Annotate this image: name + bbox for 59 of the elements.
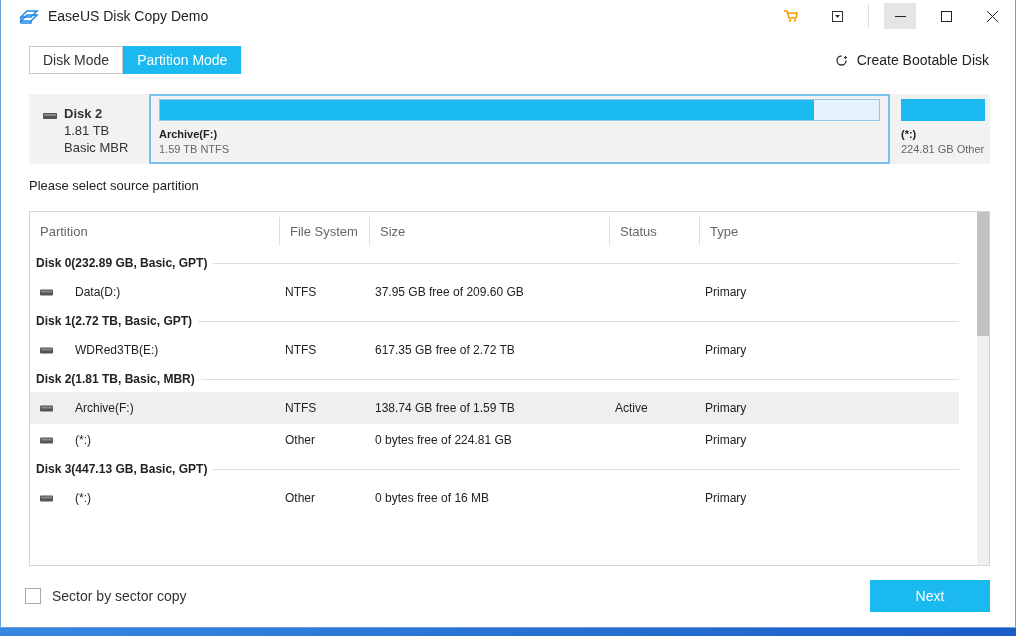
table-cell: Primary <box>705 343 747 357</box>
column-header[interactable]: Type <box>699 217 849 245</box>
partition-row[interactable]: Data(D:) NTFS 37.95 GB free of 209.60 GB Primary <box>30 276 959 308</box>
drive-icon <box>40 436 53 444</box>
app-logo-icon <box>19 7 39 25</box>
drive-icon <box>43 112 57 120</box>
table-cell: (*:) <box>75 491 91 505</box>
sector-copy-checkbox[interactable]: Sector by sector copy <box>25 588 187 604</box>
table-cell: 0 bytes free of 16 MB <box>375 491 490 505</box>
partition-name: Archive(F:) <box>159 128 219 140</box>
table-cell: Other <box>285 491 315 505</box>
drive-icon <box>40 346 53 354</box>
table-cell: Primary <box>705 285 747 299</box>
scrollbar-thumb[interactable] <box>977 212 989 336</box>
drive-icon <box>40 404 53 412</box>
mode-tab[interactable]: Disk Mode <box>29 46 124 74</box>
table-cell: Primary <box>705 491 747 505</box>
table-cell: NTFS <box>285 343 317 357</box>
minimize-icon[interactable] <box>884 3 916 29</box>
table-cell: 0 bytes free of 224.81 GB <box>375 433 512 447</box>
disk-group-header: Disk 1(2.72 TB, Basic, GPT) <box>36 314 193 328</box>
table-cell: Active <box>615 401 648 415</box>
table-cell: NTFS <box>285 285 317 299</box>
disk-group-header: Disk 0(232.89 GB, Basic, GPT) <box>36 256 208 270</box>
partition-row[interactable]: WDRed3TB(E:) NTFS 617.35 GB free of 2.72 TB Primary <box>30 334 959 366</box>
table-cell: (*:) <box>75 433 91 447</box>
instruction-text: Please select source partition <box>29 178 200 193</box>
refresh-plus-icon <box>834 53 848 67</box>
partition-row[interactable]: (*:) Other 0 bytes free of 224.81 GB Primary <box>30 424 959 456</box>
partition-detail: 224.81 GB Other <box>901 143 985 155</box>
drive-icon <box>40 288 53 296</box>
table-cell: Data(D:) <box>75 285 121 299</box>
partition-detail: 1.59 TB NTFS <box>159 143 231 155</box>
disk-group-header: Disk 3(447.13 GB, Basic, GPT) <box>36 462 208 476</box>
table-cell: 138.74 GB free of 1.59 TB <box>375 401 515 415</box>
table-cell: NTFS <box>285 401 317 415</box>
column-header[interactable]: File System <box>279 217 369 245</box>
table-cell: WDRed3TB(E:) <box>75 343 159 357</box>
table-cell: Other <box>285 433 315 447</box>
column-header[interactable]: Partition <box>30 217 279 245</box>
column-header[interactable]: Size <box>369 217 609 245</box>
disk-name: Disk 2 <box>64 106 104 121</box>
partition-row[interactable]: Archive(F:) NTFS 138.74 GB free of 1.59 TB Active Primary <box>30 392 959 424</box>
partition-name: (*:) <box>901 128 918 140</box>
table-cell: 37.95 GB free of 209.60 GB <box>375 285 524 299</box>
create-bootable-disk-link[interactable]: Create Bootable Disk <box>834 52 989 68</box>
partition-block[interactable]: Archive(F:) 1.59 TB NTFS <box>149 94 890 164</box>
table-cell: Primary <box>705 433 747 447</box>
table-cell: 617.35 GB free of 2.72 TB <box>375 343 515 357</box>
column-header[interactable]: Status <box>609 217 699 245</box>
disk-style: Basic MBR <box>64 140 129 155</box>
partition-block[interactable]: (*:) 224.81 GB Other <box>896 94 990 164</box>
table-cell: Archive(F:) <box>75 401 134 415</box>
disk-group-header: Disk 2(1.81 TB, Basic, MBR) <box>36 372 195 386</box>
table-cell: Primary <box>705 401 747 415</box>
partition-row[interactable]: (*:) Other 0 bytes free of 16 MB Primary <box>30 482 959 514</box>
window-title: EaseUS Disk Copy Demo <box>48 8 209 24</box>
disk-capacity: 1.81 TB <box>64 123 111 138</box>
drive-icon <box>40 494 53 502</box>
